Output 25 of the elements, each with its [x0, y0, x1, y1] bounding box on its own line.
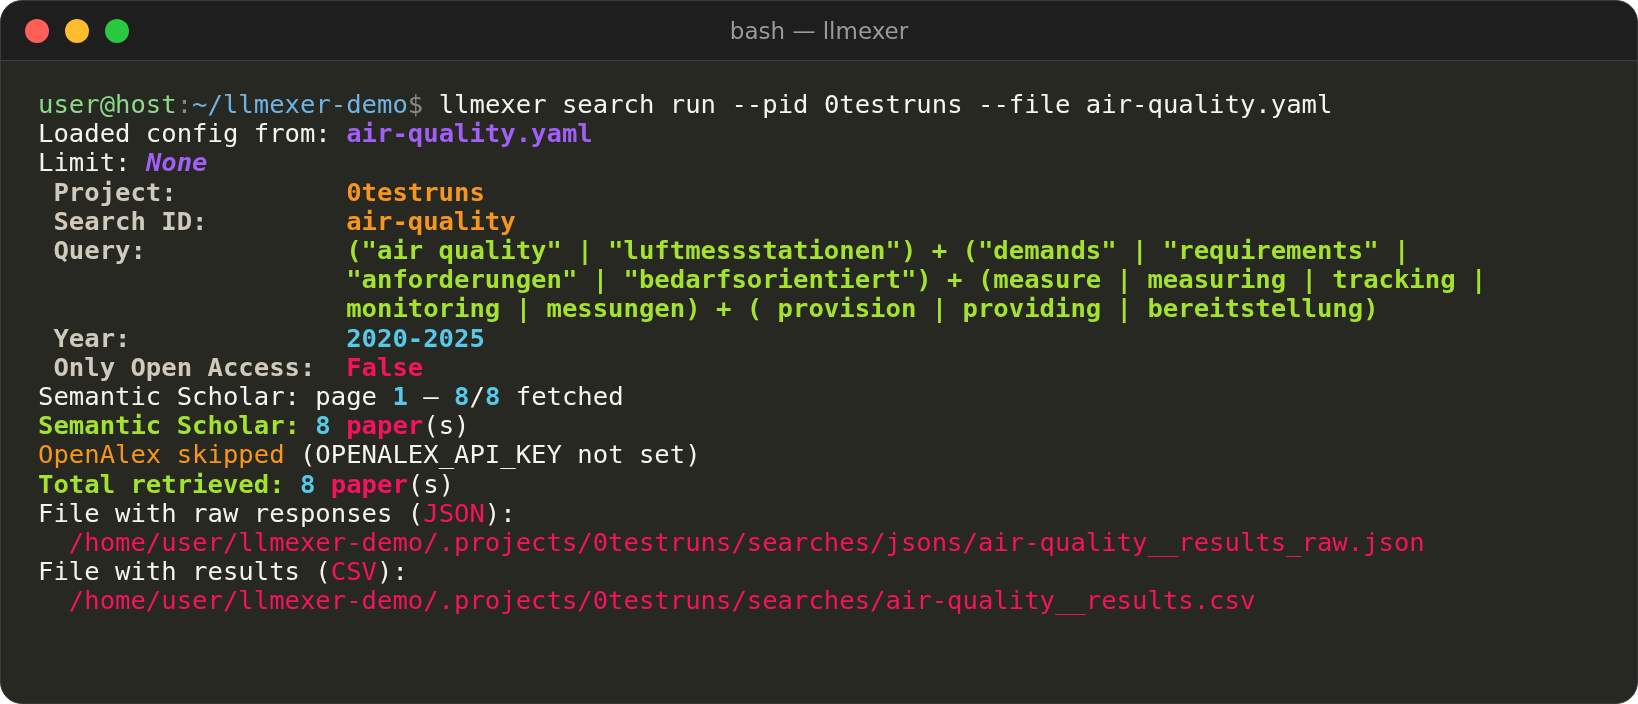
- output-line: Limit: None: [38, 148, 208, 178]
- output-line: File with results (CSV):: [38, 557, 408, 587]
- minimize-button[interactable]: [65, 19, 89, 43]
- field-value: 0testruns: [346, 177, 486, 207]
- field-value: ("air quality" | "luftmessstationen") + ("demands" | "requirements" | "anforderungen" | "bedarfsorientiert") + (measure | measuring | tracking | monitoring | messungen) + ( provision | providing | bereitstellung): [346, 236, 1488, 324]
- output-line: Semantic Scholar: 8 paper(s): [38, 411, 470, 441]
- close-button[interactable]: [25, 19, 49, 43]
- output-line: OpenAlex skipped (OPENALEX_API_KEY not set): [38, 440, 701, 470]
- field-value: air-quality: [346, 206, 517, 236]
- field-label: Project:: [53, 177, 178, 207]
- field-label: Query:: [53, 236, 147, 266]
- window-title: bash — llmexer: [729, 17, 909, 44]
- output-line: Loaded config from: air-quality.yaml: [38, 119, 593, 149]
- field-value: False: [346, 352, 425, 383]
- field-value: 2020-2025: [346, 323, 486, 353]
- output-line: user@host:~/llmexer-demo$ llmexer search run --pid 0testruns --file air-quality.yaml: [38, 90, 1333, 120]
- field-label: Year:: [53, 323, 132, 353]
- output-line: Semantic Scholar: page 1 — 8/8 fetched: [38, 382, 624, 412]
- output-line: Total retrieved: 8 paper(s): [38, 469, 455, 499]
- file-path: /home/user/llmexer-demo/.projects/0testruns/searches/air-quality__results.csv: [68, 586, 1256, 616]
- field-label: Only Open Access:: [53, 352, 317, 383]
- zoom-button[interactable]: [105, 19, 129, 43]
- field-label: Search ID:: [53, 206, 209, 236]
- output-line: File with raw responses (JSON):: [38, 498, 516, 529]
- file-path: /home/user/llmexer-demo/.projects/0testruns/searches/jsons/air-quality__results_raw.json: [68, 528, 1425, 558]
